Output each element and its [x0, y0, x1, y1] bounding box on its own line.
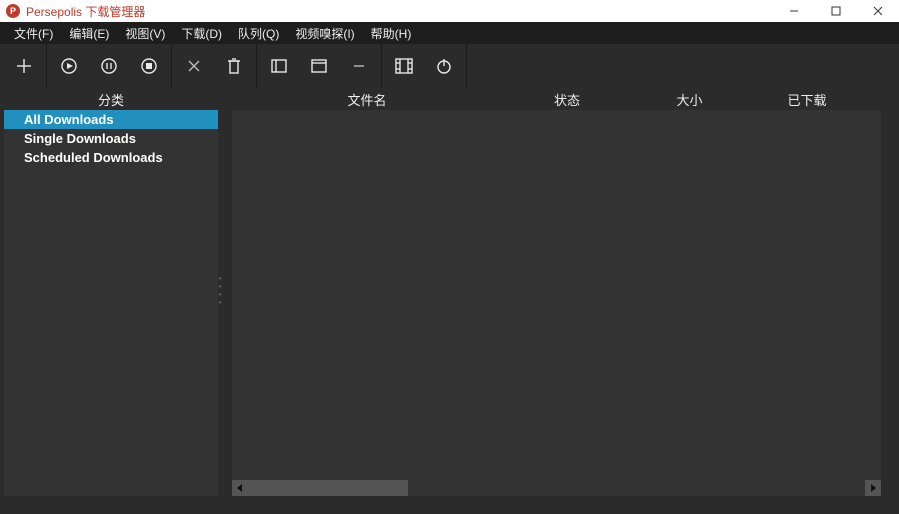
menu-edit[interactable]: 编辑(E)	[61, 23, 117, 44]
menu-file[interactable]: 文件(F)	[6, 23, 61, 44]
menu-download[interactable]: 下载(D)	[173, 23, 230, 44]
title-bar: P Persepolis 下载管理器	[0, 0, 899, 22]
scroll-track[interactable]	[248, 480, 865, 496]
minimize-button[interactable]	[773, 0, 815, 22]
resume-button[interactable]	[49, 44, 89, 88]
splitter[interactable]: ●●●●	[218, 88, 222, 496]
stop-icon	[140, 57, 158, 75]
minus-icon	[352, 59, 366, 73]
menu-view[interactable]: 视图(V)	[117, 23, 173, 44]
menu-queue[interactable]: 队列(Q)	[230, 23, 287, 44]
horizontal-scrollbar[interactable]	[232, 480, 881, 496]
progress-button[interactable]	[299, 44, 339, 88]
play-icon	[60, 57, 78, 75]
scroll-left-button[interactable]	[232, 480, 248, 496]
category-all-downloads[interactable]: All Downloads	[4, 110, 218, 129]
category-single-downloads[interactable]: Single Downloads	[4, 129, 218, 148]
power-icon	[435, 57, 453, 75]
maximize-button[interactable]	[815, 0, 857, 22]
content-area: 分类 All Downloads Single Downloads Schedu…	[0, 88, 899, 514]
sidebar: 分类 All Downloads Single Downloads Schedu…	[4, 88, 218, 496]
scroll-thumb[interactable]	[248, 480, 408, 496]
col-size[interactable]: 大小	[632, 90, 747, 109]
scroll-right-button[interactable]	[865, 480, 881, 496]
col-downloaded[interactable]: 已下载	[747, 90, 867, 109]
properties-button[interactable]	[259, 44, 299, 88]
trash-icon	[226, 57, 242, 75]
main-panel: 文件名 状态 大小 已下载	[232, 88, 881, 496]
remove-button[interactable]	[174, 44, 214, 88]
add-button[interactable]	[4, 44, 44, 88]
panel-left-icon	[271, 58, 287, 74]
col-status[interactable]: 状态	[502, 90, 632, 109]
download-table[interactable]	[232, 110, 881, 480]
col-filename[interactable]: 文件名	[232, 90, 502, 109]
sidebar-header: 分类	[4, 88, 218, 110]
window-icon	[311, 58, 327, 74]
pause-button[interactable]	[89, 44, 129, 88]
window-title: Persepolis 下载管理器	[26, 3, 145, 20]
menu-help[interactable]: 帮助(H)	[363, 23, 420, 44]
category-scheduled-downloads[interactable]: Scheduled Downloads	[4, 148, 218, 167]
table-header: 文件名 状态 大小 已下载	[232, 88, 881, 110]
shutdown-button[interactable]	[424, 44, 464, 88]
category-list[interactable]: All Downloads Single Downloads Scheduled…	[4, 110, 218, 496]
toolbar	[0, 44, 899, 88]
menu-sniffer[interactable]: 视频嗅探(I)	[287, 23, 362, 44]
pause-icon	[100, 57, 118, 75]
delete-button[interactable]	[214, 44, 254, 88]
x-icon	[187, 59, 201, 73]
window-controls	[773, 0, 899, 22]
stop-button[interactable]	[129, 44, 169, 88]
menu-bar: 文件(F) 编辑(E) 视图(V) 下载(D) 队列(Q) 视频嗅探(I) 帮助…	[0, 22, 899, 44]
minimize-tray-button[interactable]	[339, 44, 379, 88]
close-button[interactable]	[857, 0, 899, 22]
plus-icon	[15, 57, 33, 75]
video-finder-button[interactable]	[384, 44, 424, 88]
app-icon: P	[6, 4, 20, 18]
film-icon	[395, 58, 413, 74]
